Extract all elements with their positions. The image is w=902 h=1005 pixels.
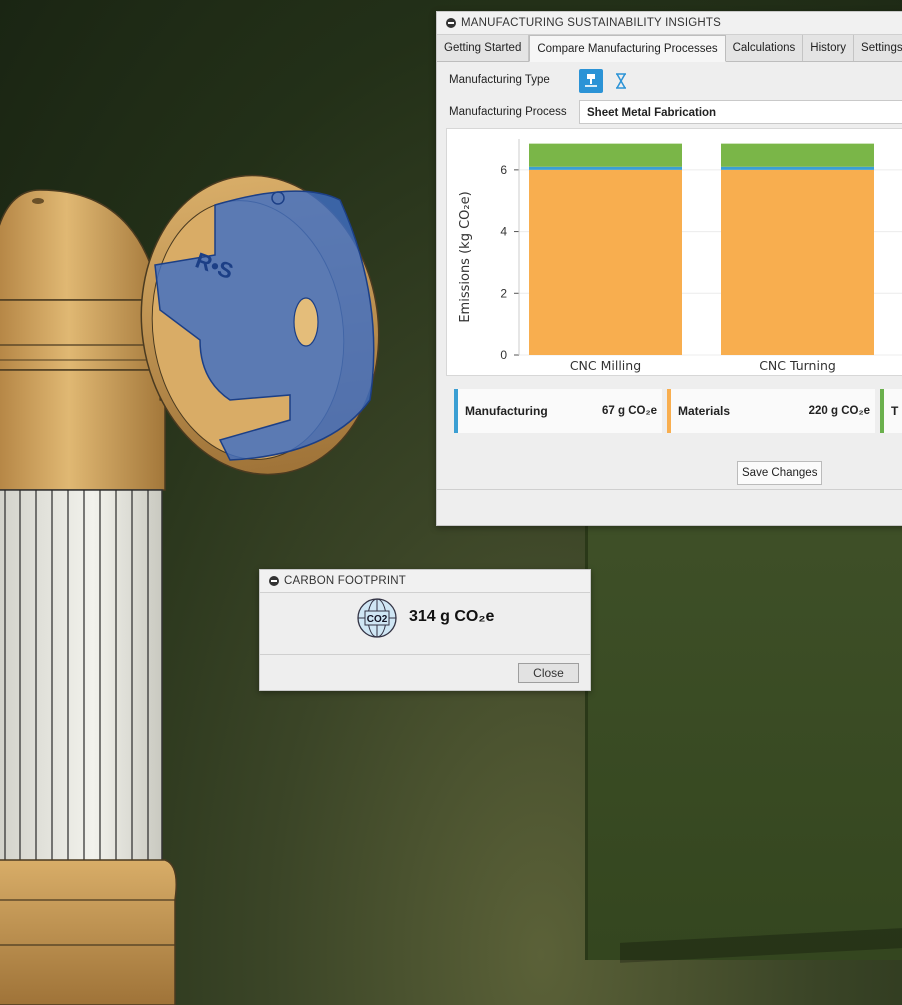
co2-icon-text: CO2	[367, 614, 388, 625]
manufacturing-type-label: Manufacturing Type	[449, 74, 550, 86]
panel-divider	[437, 489, 902, 490]
panel-title: MANUFACTURING SUSTAINABILITY INSIGHTS	[461, 17, 722, 29]
co2-globe-icon: CO2	[356, 597, 398, 642]
bar-segment	[529, 143, 682, 167]
tab-settings[interactable]: Settings	[854, 35, 902, 61]
x-tick-label: CNC Milling	[570, 358, 641, 373]
legend-materials-label: Materials	[678, 404, 731, 418]
bar-segment	[721, 143, 874, 167]
y-tick-label: 4	[500, 225, 507, 239]
background-wall	[585, 500, 902, 960]
cf-divider	[260, 654, 590, 655]
tab-getting-started[interactable]: Getting Started	[437, 35, 530, 61]
bar-segment	[529, 166, 682, 170]
milling-machine-icon[interactable]	[579, 69, 603, 93]
legend-manufacturing-value: 67 g CO₂e	[602, 405, 657, 417]
legend-materials: Materials 220 g CO₂e	[667, 389, 875, 433]
cad-part-model[interactable]: R•S	[0, 0, 420, 1005]
emissions-chart: 0 2 4 6 Emissions (kg CO₂e) CNC Milling CNC Tu…	[446, 128, 902, 376]
legend-transport-label: T	[891, 404, 899, 418]
carbon-footprint-value: 314 g CO₂e	[409, 608, 495, 625]
y-tick-label: 6	[500, 163, 507, 177]
emissions-legend: Manufacturing 67 g CO₂e Materials 220 g …	[454, 389, 902, 435]
legend-manufacturing: Manufacturing 67 g CO₂e	[454, 389, 662, 433]
bar-segment	[721, 169, 874, 355]
emissions-chart-svg: 0 2 4 6 Emissions (kg CO₂e) CNC Milling CNC Tu…	[458, 139, 902, 373]
tab-bar: Getting Started Compare Manufacturing Pr…	[437, 35, 902, 62]
panel-title-bar: MANUFACTURING SUSTAINABILITY INSIGHTS	[437, 12, 902, 35]
close-button[interactable]: Close	[518, 663, 579, 683]
tab-calculations[interactable]: Calculations	[726, 35, 804, 61]
manufacturing-process-select[interactable]: Sheet Metal Fabrication	[579, 100, 902, 124]
carbon-footprint-panel: CARBON FOOTPRINT CO2 314 g CO₂e Close	[259, 569, 591, 691]
tab-compare-processes[interactable]: Compare Manufacturing Processes	[529, 35, 726, 62]
bar-segment	[721, 166, 874, 170]
cf-title: CARBON FOOTPRINT	[284, 575, 407, 587]
collapse-icon[interactable]	[446, 18, 456, 28]
legend-manufacturing-label: Manufacturing	[465, 404, 548, 418]
y-tick-label: 2	[500, 286, 507, 300]
tab-history[interactable]: History	[803, 35, 855, 61]
cf-title-bar: CARBON FOOTPRINT	[260, 570, 590, 593]
save-changes-button[interactable]: Save Changes	[737, 461, 823, 485]
manufacturing-process-label: Manufacturing Process	[449, 106, 567, 118]
bar-segment	[529, 169, 682, 355]
additive-hourglass-icon[interactable]	[609, 69, 633, 93]
legend-transport: T	[880, 389, 902, 433]
y-axis-label: Emissions (kg CO₂e)	[458, 191, 473, 322]
y-tick-label: 0	[500, 348, 507, 362]
legend-materials-value: 220 g CO₂e	[808, 405, 870, 417]
sustainability-insights-panel: MANUFACTURING SUSTAINABILITY INSIGHTS Ge…	[436, 11, 902, 526]
x-tick-label: CNC Turning	[759, 358, 836, 373]
collapse-icon[interactable]	[269, 576, 279, 586]
